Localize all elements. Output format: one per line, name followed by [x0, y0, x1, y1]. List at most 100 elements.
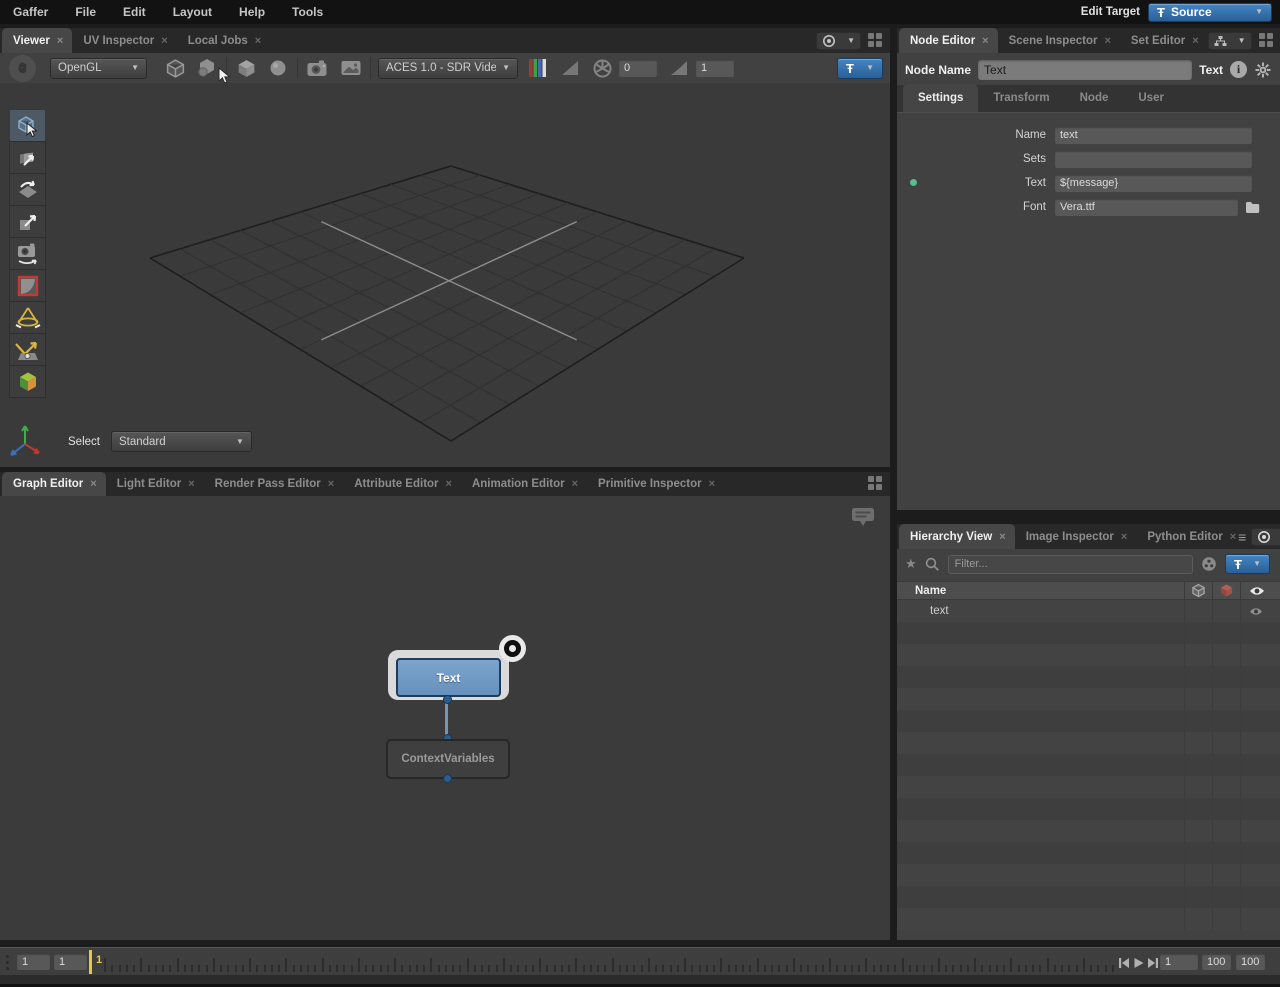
row-cell[interactable] — [1240, 622, 1280, 644]
tab-local-jobs[interactable]: Local Jobs × — [177, 28, 271, 53]
timeline-ruler[interactable] — [104, 950, 1116, 974]
focus-ring-icon[interactable] — [499, 635, 526, 662]
layout-menu-icon[interactable] — [868, 33, 883, 48]
row-cell[interactable] — [1240, 732, 1280, 754]
skip-to-start-icon[interactable] — [1118, 957, 1130, 969]
tab-scene-inspector[interactable]: Scene Inspector × — [998, 28, 1120, 53]
row-cell[interactable] — [1240, 908, 1280, 930]
close-tab-icon[interactable]: × — [1230, 531, 1236, 543]
scene-view-tool-button[interactable] — [9, 365, 46, 398]
playhead[interactable] — [89, 950, 92, 974]
row-cell[interactable] — [1184, 842, 1212, 864]
close-tab-icon[interactable]: × — [1121, 531, 1127, 543]
hierarchy-row[interactable] — [897, 864, 1280, 886]
hierarchy-row[interactable] — [897, 688, 1280, 710]
select-tool-button[interactable] — [9, 109, 46, 142]
hierarchy-row[interactable] — [897, 710, 1280, 732]
row-cell[interactable] — [1212, 754, 1240, 776]
playback-range-end-input[interactable]: 100 — [1202, 954, 1231, 970]
row-cell[interactable] — [1184, 710, 1212, 732]
eye-icon[interactable] — [1249, 607, 1263, 616]
row-cell[interactable] — [1240, 666, 1280, 688]
row-cell[interactable] — [1184, 688, 1212, 710]
node-name-input[interactable]: Text — [978, 60, 1192, 80]
row-cell[interactable] — [1184, 644, 1212, 666]
row-cell[interactable] — [1240, 600, 1280, 622]
name-input[interactable]: text — [1055, 127, 1252, 144]
menu-tools[interactable]: Tools — [292, 5, 323, 19]
scale-tool-button[interactable] — [9, 205, 46, 238]
close-tab-icon[interactable]: × — [709, 478, 715, 490]
tab-light-editor[interactable]: Light Editor × — [106, 472, 204, 496]
row-cell[interactable] — [1212, 600, 1240, 622]
contextvariables-out-plug[interactable] — [443, 774, 452, 783]
timeline-grip[interactable] — [6, 955, 9, 970]
row-cell[interactable] — [1184, 622, 1212, 644]
row-cell[interactable] — [1212, 776, 1240, 798]
row-cell[interactable] — [1212, 842, 1240, 864]
row-cell[interactable] — [1184, 754, 1212, 776]
row-cell[interactable] — [1184, 666, 1212, 688]
light-position-tool-button[interactable] — [9, 333, 46, 366]
tab-hierarchy-view[interactable]: Hierarchy View × — [899, 524, 1015, 549]
row-cell[interactable] — [1240, 710, 1280, 732]
tab-set-editor[interactable]: Set Editor × — [1120, 28, 1208, 53]
current-frame-input[interactable]: 1 — [1160, 954, 1198, 970]
close-tab-icon[interactable]: × — [90, 478, 96, 490]
row-cell[interactable] — [1212, 908, 1240, 930]
hierarchy-row[interactable] — [897, 820, 1280, 842]
filter-input[interactable]: Filter... — [948, 555, 1193, 574]
frame-range-end-input[interactable]: 100 — [1236, 954, 1265, 970]
folder-icon[interactable] — [1245, 201, 1260, 214]
close-tab-icon[interactable]: × — [161, 35, 167, 47]
annotation-icon[interactable] — [850, 506, 876, 528]
font-input[interactable]: Vera.ttf — [1055, 199, 1238, 216]
menu-gaffer[interactable]: Gaffer — [13, 5, 48, 19]
row-cell[interactable] — [1240, 798, 1280, 820]
hierarchy-row[interactable]: text — [897, 600, 1280, 622]
tab-attribute-editor[interactable]: Attribute Editor × — [343, 472, 461, 496]
camera-settings-button[interactable] — [305, 56, 329, 80]
close-tab-icon[interactable]: × — [982, 35, 988, 47]
row-cell[interactable] — [1184, 776, 1212, 798]
row-cell[interactable] — [1240, 820, 1280, 842]
row-cell[interactable] — [1184, 886, 1212, 908]
row-cell[interactable] — [1212, 688, 1240, 710]
hierarchy-row[interactable] — [897, 644, 1280, 666]
row-cell[interactable] — [1212, 798, 1240, 820]
shading-mode-button[interactable] — [234, 56, 258, 80]
row-cell[interactable] — [1184, 820, 1212, 842]
close-tab-icon[interactable]: × — [255, 35, 261, 47]
row-cell[interactable] — [1184, 864, 1212, 886]
row-cell[interactable] — [1240, 644, 1280, 666]
section-tab-user[interactable]: User — [1123, 84, 1179, 112]
menu-layout[interactable]: Layout — [173, 5, 212, 19]
tab-graph-editor[interactable]: Graph Editor × — [2, 472, 106, 496]
hierarchy-row[interactable] — [897, 798, 1280, 820]
tab-python-editor[interactable]: Python Editor × — [1136, 524, 1238, 549]
hierarchy-row[interactable] — [897, 622, 1280, 644]
row-cell[interactable] — [1184, 798, 1212, 820]
hierarchy-row[interactable] — [897, 776, 1280, 798]
row-cell[interactable] — [1212, 622, 1240, 644]
select-mode-dropdown[interactable]: Standard ▼ — [111, 431, 252, 452]
row-cell[interactable] — [1240, 754, 1280, 776]
frame-range-start-input[interactable]: 1 — [17, 954, 50, 970]
hierarchy-row[interactable] — [897, 666, 1280, 688]
menu-file[interactable]: File — [75, 5, 96, 19]
node-text[interactable]: Text — [396, 658, 501, 697]
visibility-column-header[interactable] — [1240, 582, 1280, 599]
section-tab-settings[interactable]: Settings — [903, 84, 978, 112]
hierarchy-row[interactable] — [897, 732, 1280, 754]
channel-select-button[interactable] — [526, 56, 550, 80]
row-cell[interactable] — [1212, 820, 1240, 842]
row-cell[interactable] — [1212, 710, 1240, 732]
crop-window-tool-button[interactable] — [9, 269, 46, 302]
tab-viewer[interactable]: Viewer × — [2, 28, 72, 53]
close-tab-icon[interactable]: × — [1192, 35, 1198, 47]
graph-canvas[interactable]: Text ContextVariables — [0, 496, 890, 940]
menu-edit[interactable]: Edit — [123, 5, 146, 19]
pin-editor-dropdown[interactable]: ▼ — [816, 32, 861, 50]
info-icon[interactable]: i — [1230, 61, 1247, 78]
translate-tool-button[interactable] — [9, 141, 46, 174]
